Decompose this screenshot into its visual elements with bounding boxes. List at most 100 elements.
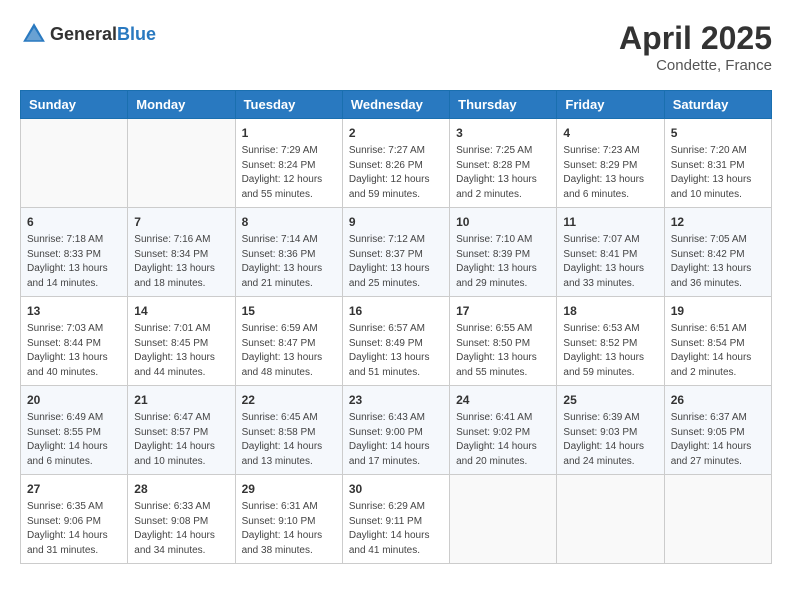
day-info: Sunrise: 7:27 AMSunset: 8:26 PMDaylight:… (349, 144, 443, 202)
location: Condette, France (619, 57, 772, 74)
day-info: Sunrise: 6:59 AMSunset: 8:47 PMDaylight:… (242, 322, 336, 380)
calendar-cell: 17 Sunrise: 6:55 AMSunset: 8:50 PMDayligh… (450, 297, 557, 386)
calendar-cell (21, 119, 128, 208)
calendar-cell: 25Sunrise: 6:39 AMSunset: 9:03 PMDayligh… (557, 386, 664, 475)
calendar-cell: 29 Sunrise: 6:31 AMSunset: 9:10 PMDayligh… (235, 475, 342, 564)
week-row-4: 20 Sunrise: 6:49 AMSunset: 8:55 PMDayligh… (21, 386, 772, 475)
month-title: April 2025 (619, 20, 772, 57)
calendar-cell: 13 Sunrise: 7:03 AMSunset: 8:44 PMDayligh… (21, 297, 128, 386)
day-info: Sunrise: 7:16 AMSunset: 8:34 PMDaylight:… (134, 233, 228, 291)
week-row-1: 1 Sunrise: 7:29 AMSunset: 8:24 PMDaylight… (21, 119, 772, 208)
calendar-cell: 23 Sunrise: 6:43 AMSunset: 9:00 PMDayligh… (342, 386, 449, 475)
calendar-cell: 6Sunrise: 7:18 AMSunset: 8:33 PMDaylight… (21, 208, 128, 297)
day-info: Sunrise: 6:45 AMSunset: 8:58 PMDaylight:… (242, 411, 336, 469)
day-number: 28 (134, 480, 228, 498)
day-info: Sunrise: 6:51 AMSunset: 8:54 PMDaylight:… (671, 322, 765, 380)
calendar-cell: 4 Sunrise: 7:23 AMSunset: 8:29 PMDaylight… (557, 119, 664, 208)
weekday-header-tuesday: Tuesday (235, 91, 342, 119)
logo-general-text: General (50, 24, 117, 44)
calendar-cell: 16 Sunrise: 6:57 AMSunset: 8:49 PMDayligh… (342, 297, 449, 386)
logo: GeneralBlue (20, 20, 156, 48)
calendar-cell: 28 Sunrise: 6:33 AMSunset: 9:08 PMDayligh… (128, 475, 235, 564)
day-info: Sunrise: 6:53 AMSunset: 8:52 PMDaylight:… (563, 322, 657, 380)
calendar-cell: 11Sunrise: 7:07 AMSunset: 8:41 PMDayligh… (557, 208, 664, 297)
page-header: GeneralBlue April 2025 Condette, France (20, 20, 772, 74)
calendar-cell (664, 475, 771, 564)
weekday-header-sunday: Sunday (21, 91, 128, 119)
day-number: 24 (456, 391, 550, 409)
calendar-cell: 10 Sunrise: 7:10 AMSunset: 8:39 PMDayligh… (450, 208, 557, 297)
day-number: 4 (563, 124, 657, 142)
day-info: Sunrise: 6:55 AMSunset: 8:50 PMDaylight:… (456, 322, 550, 380)
weekday-header-friday: Friday (557, 91, 664, 119)
day-number: 15 (242, 302, 336, 320)
day-number: 19 (671, 302, 765, 320)
week-row-2: 6Sunrise: 7:18 AMSunset: 8:33 PMDaylight… (21, 208, 772, 297)
calendar-cell: 2 Sunrise: 7:27 AMSunset: 8:26 PMDaylight… (342, 119, 449, 208)
day-number: 30 (349, 480, 443, 498)
calendar-cell: 8 Sunrise: 7:14 AMSunset: 8:36 PMDaylight… (235, 208, 342, 297)
day-number: 21 (134, 391, 228, 409)
day-info: Sunrise: 7:25 AMSunset: 8:28 PMDaylight:… (456, 144, 550, 202)
day-info: Sunrise: 6:33 AMSunset: 9:08 PMDaylight:… (134, 500, 228, 558)
calendar-cell (450, 475, 557, 564)
day-number: 10 (456, 213, 550, 231)
logo-blue-text: Blue (117, 24, 156, 44)
calendar-cell: 19 Sunrise: 6:51 AMSunset: 8:54 PMDayligh… (664, 297, 771, 386)
day-number: 29 (242, 480, 336, 498)
day-info: Sunrise: 6:41 AMSunset: 9:02 PMDaylight:… (456, 411, 550, 469)
day-number: 6 (27, 213, 121, 231)
day-info: Sunrise: 7:29 AMSunset: 8:24 PMDaylight:… (242, 144, 336, 202)
day-info: Sunrise: 6:29 AMSunset: 9:11 PMDaylight:… (349, 500, 443, 558)
day-number: 9 (349, 213, 443, 231)
day-number: 2 (349, 124, 443, 142)
day-number: 26 (671, 391, 765, 409)
day-number: 14 (134, 302, 228, 320)
calendar-cell: 22Sunrise: 6:45 AMSunset: 8:58 PMDayligh… (235, 386, 342, 475)
calendar-cell: 12Sunrise: 7:05 AMSunset: 8:42 PMDayligh… (664, 208, 771, 297)
day-number: 1 (242, 124, 336, 142)
day-info: Sunrise: 7:05 AMSunset: 8:42 PMDaylight:… (671, 233, 765, 291)
day-info: Sunrise: 6:57 AMSunset: 8:49 PMDaylight:… (349, 322, 443, 380)
calendar-cell: 1 Sunrise: 7:29 AMSunset: 8:24 PMDaylight… (235, 119, 342, 208)
week-row-3: 13 Sunrise: 7:03 AMSunset: 8:44 PMDayligh… (21, 297, 772, 386)
calendar-cell: 15 Sunrise: 6:59 AMSunset: 8:47 PMDayligh… (235, 297, 342, 386)
day-number: 27 (27, 480, 121, 498)
calendar-cell: 7Sunrise: 7:16 AMSunset: 8:34 PMDaylight… (128, 208, 235, 297)
day-info: Sunrise: 7:01 AMSunset: 8:45 PMDaylight:… (134, 322, 228, 380)
calendar-cell: 3 Sunrise: 7:25 AMSunset: 8:28 PMDaylight… (450, 119, 557, 208)
title-block: April 2025 Condette, France (619, 20, 772, 74)
weekday-header-thursday: Thursday (450, 91, 557, 119)
weekday-header-row: SundayMondayTuesdayWednesdayThursdayFrid… (21, 91, 772, 119)
calendar-cell: 18 Sunrise: 6:53 AMSunset: 8:52 PMDayligh… (557, 297, 664, 386)
logo-icon (20, 20, 48, 48)
day-info: Sunrise: 7:23 AMSunset: 8:29 PMDaylight:… (563, 144, 657, 202)
day-info: Sunrise: 7:14 AMSunset: 8:36 PMDaylight:… (242, 233, 336, 291)
day-info: Sunrise: 6:31 AMSunset: 9:10 PMDaylight:… (242, 500, 336, 558)
calendar-cell: 26Sunrise: 6:37 AMSunset: 9:05 PMDayligh… (664, 386, 771, 475)
day-number: 23 (349, 391, 443, 409)
day-number: 16 (349, 302, 443, 320)
calendar-cell: 21Sunrise: 6:47 AMSunset: 8:57 PMDayligh… (128, 386, 235, 475)
day-info: Sunrise: 6:35 AMSunset: 9:06 PMDaylight:… (27, 500, 121, 558)
day-number: 13 (27, 302, 121, 320)
calendar-cell: 9 Sunrise: 7:12 AMSunset: 8:37 PMDaylight… (342, 208, 449, 297)
day-number: 8 (242, 213, 336, 231)
calendar-cell: 27 Sunrise: 6:35 AMSunset: 9:06 PMDayligh… (21, 475, 128, 564)
day-number: 17 (456, 302, 550, 320)
day-number: 18 (563, 302, 657, 320)
day-number: 20 (27, 391, 121, 409)
day-info: Sunrise: 6:39 AMSunset: 9:03 PMDaylight:… (563, 411, 657, 469)
day-info: Sunrise: 6:49 AMSunset: 8:55 PMDaylight:… (27, 411, 121, 469)
day-number: 3 (456, 124, 550, 142)
day-info: Sunrise: 7:03 AMSunset: 8:44 PMDaylight:… (27, 322, 121, 380)
day-info: Sunrise: 7:20 AMSunset: 8:31 PMDaylight:… (671, 144, 765, 202)
calendar-cell: 20 Sunrise: 6:49 AMSunset: 8:55 PMDayligh… (21, 386, 128, 475)
day-info: Sunrise: 7:12 AMSunset: 8:37 PMDaylight:… (349, 233, 443, 291)
weekday-header-monday: Monday (128, 91, 235, 119)
calendar-cell: 14 Sunrise: 7:01 AMSunset: 8:45 PMDayligh… (128, 297, 235, 386)
day-info: Sunrise: 7:10 AMSunset: 8:39 PMDaylight:… (456, 233, 550, 291)
day-info: Sunrise: 6:43 AMSunset: 9:00 PMDaylight:… (349, 411, 443, 469)
calendar-cell (128, 119, 235, 208)
calendar-cell: 30 Sunrise: 6:29 AMSunset: 9:11 PMDayligh… (342, 475, 449, 564)
